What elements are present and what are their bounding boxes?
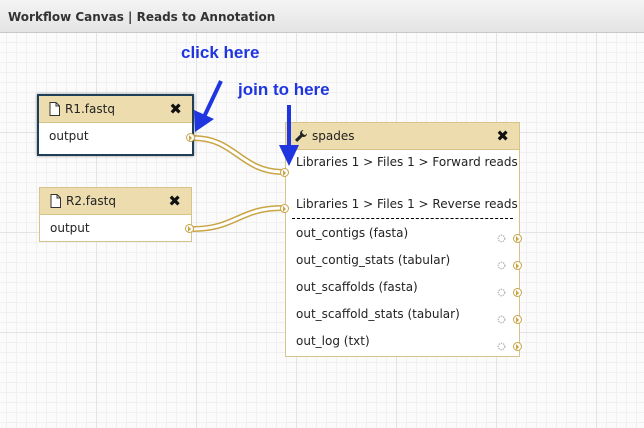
annotation-arrows [194, 80, 299, 166]
workflow-canvas[interactable]: R1.fastq ✖ output R2.fastq ✖ output spad… [0, 33, 644, 428]
canvas-title: Workflow Canvas | Reads to Annotation [8, 10, 276, 24]
canvas-title-bar: Workflow Canvas | Reads to Annotation [0, 0, 644, 33]
arrow-join-to-here [279, 105, 299, 166]
arrow-click-here [194, 80, 223, 132]
